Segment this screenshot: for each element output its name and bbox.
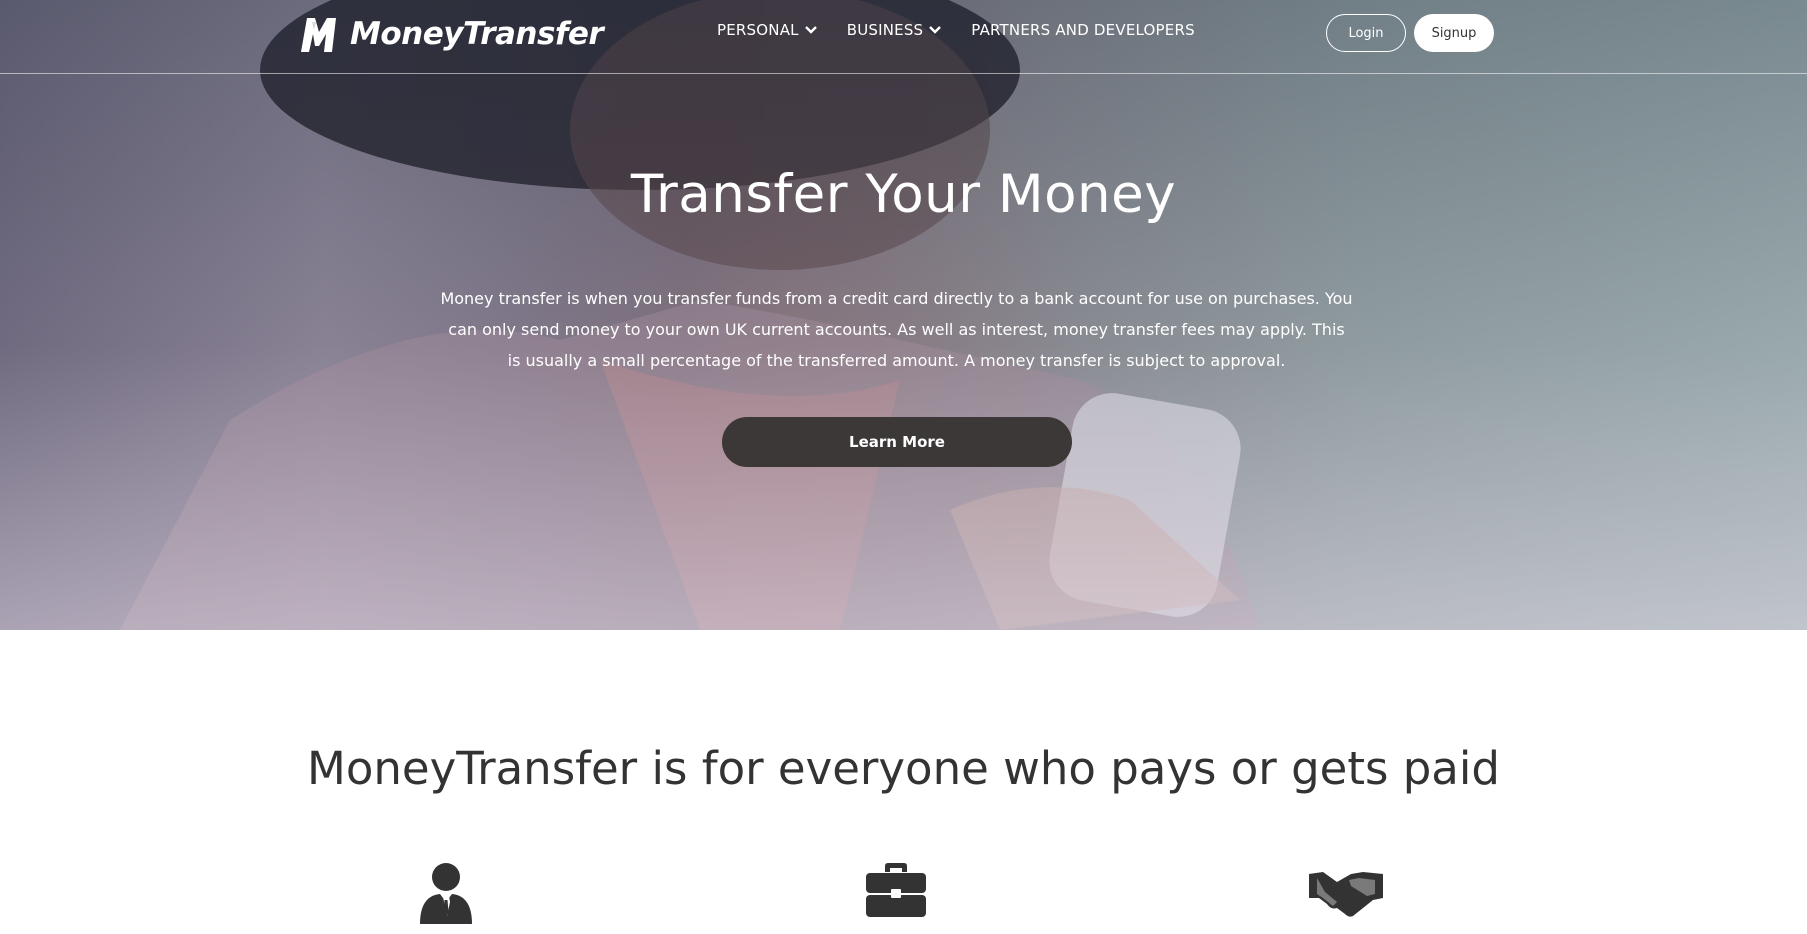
chevron-down-icon — [929, 26, 942, 34]
hero-description: Money transfer is when you transfer fund… — [440, 289, 1353, 370]
main-menu: PERSONAL BUSINESS PARTNERS AND DEVELOPER… — [717, 21, 1225, 39]
nav-item-business[interactable]: BUSINESS — [847, 21, 942, 39]
brand-logo[interactable]: MoneyTransfer — [298, 14, 604, 54]
hero-title: Transfer Your Money — [630, 164, 1177, 225]
brand-name: MoneyTransfer — [350, 16, 604, 52]
nav-item-personal[interactable]: PERSONAL — [717, 21, 817, 39]
handshake-icon — [1309, 872, 1383, 917]
audience-section-title: MoneyTransfer is for everyone who pays o… — [307, 742, 1500, 795]
learn-more-button[interactable]: Learn More — [722, 417, 1072, 467]
m-logo-icon — [301, 18, 336, 52]
signup-button[interactable]: Signup — [1414, 14, 1494, 52]
chevron-down-icon — [804, 26, 817, 34]
auth-buttons: Login Signup — [1326, 14, 1494, 52]
nav-item-label: BUSINESS — [846, 21, 924, 39]
nav-item-partners-developers[interactable]: PARTNERS AND DEVELOPERS — [971, 21, 1195, 39]
businessman-icon — [420, 863, 472, 924]
login-button[interactable]: Login — [1326, 14, 1406, 52]
briefcase-icon — [866, 863, 926, 917]
nav-item-label: PERSONAL — [717, 21, 799, 39]
hero-section: MoneyTransfer PERSONAL BUSINESS PARTNERS… — [0, 0, 1807, 630]
nav-item-label: PARTNERS AND DEVELOPERS — [971, 21, 1195, 39]
top-navbar: MoneyTransfer PERSONAL BUSINESS PARTNERS… — [0, 0, 1807, 74]
